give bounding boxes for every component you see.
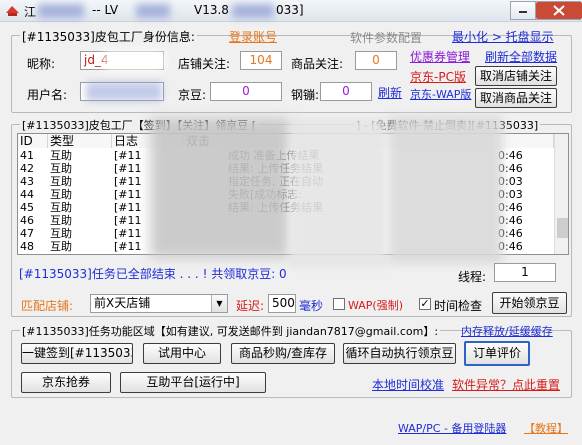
function-group-title: [#1135033]任务功能区域【如有建议, 可发送邮件到 jiandan781… [20,323,441,339]
backup-login-link[interactable]: WAP/PC - 备用登陆器 [398,420,506,436]
nickname-redaction [104,51,164,70]
minimize-icon [519,11,527,13]
row-type: 互助 [50,188,72,201]
row-id: 48 [20,240,34,253]
row-time: 0:46 [498,149,523,162]
identity-group-title: [#1135033]皮包工厂身份信息: [20,28,197,45]
row-id: 44 [20,188,34,201]
match-shop-value: 前X天店铺 [94,296,151,310]
row-type: 互助 [50,227,72,240]
product-follow-label: 商品关注: [291,57,344,71]
row-time: 0:03 [498,175,523,188]
row-type: 互助 [50,214,72,227]
redaction-right [388,116,503,264]
close-icon [536,2,582,19]
login-account-link[interactable]: 登录账号 [229,28,277,45]
window-title-version-num: V13.8 [194,3,229,17]
wap-force-checkbox[interactable] [333,298,345,310]
gangbeng-label: 钢镚: [291,88,320,102]
row-time: 0:46 [498,201,523,214]
software-settings-tab[interactable]: 软件参数配置 [350,29,422,46]
app-icon [6,6,19,16]
one-click-sign-button[interactable]: 一键签到[#1135033] [21,343,133,364]
delay-label: 延迟: [236,299,265,313]
coupon-manage-link[interactable]: 优惠券管理 [410,48,470,65]
title-bar[interactable]: 江 -- LV V13.8 033] [0,0,582,22]
minimize-to-tray-link[interactable]: 最小化 > 托盘显示 [452,28,554,45]
minimize-window-button[interactable] [510,1,536,20]
delay-field[interactable]: 500 [268,294,296,313]
cancel-product-follow-button[interactable]: 取消商品关注 [475,88,557,108]
row-type: 互助 [50,149,72,162]
username-label: 用户名: [27,88,68,102]
row-type: 互助 [50,201,72,214]
title-blur-3 [232,4,274,18]
column-header-id[interactable]: ID [18,134,48,148]
chevron-down-icon[interactable]: ▼ [211,295,227,312]
username-redaction [86,82,162,101]
row-id: 46 [20,214,34,227]
nickname-label: 昵称: [27,57,56,71]
window-title-suffix: 033] [276,3,304,17]
row-id: 42 [20,162,34,175]
seckill-check-stock-button[interactable]: 商品秒购/查库存 [231,343,335,364]
jingdou-count: 0 [210,82,282,101]
trial-center-button[interactable]: 试用中心 [143,343,221,364]
start-receive-jingdou-button[interactable]: 开始领京豆 [492,292,567,314]
cancel-shop-follow-button[interactable]: 取消店铺关注 [475,66,557,86]
gangbeng-count: 0 [320,82,372,101]
tutorial-link[interactable]: 【教程】 [524,420,568,436]
refresh-all-data-link[interactable]: 刷新全部数据 [485,48,557,65]
row-type: 互助 [50,175,72,188]
title-blur-1 [38,4,84,18]
row-time: 0:03 [498,188,523,201]
shop-follow-count: 104 [240,51,282,70]
scrollbar-thumb[interactable] [557,218,568,238]
match-shop-select[interactable]: 前X天店铺 ▼ [90,294,228,313]
local-time-sync-link[interactable]: 本地时间校准 [372,376,444,393]
close-window-button[interactable] [535,1,582,20]
product-follow-count: 0 [355,51,397,70]
row-time: 0:46 [498,240,523,253]
column-header-type[interactable]: 类型 [48,134,112,148]
loop-auto-receive-button[interactable]: 循环自动执行领京豆 [343,343,456,364]
row-time: 0:46 [498,227,523,240]
row-id: 43 [20,175,34,188]
order-review-button[interactable]: 订单评价 [464,341,530,366]
row-type: 互助 [50,240,72,253]
shop-follow-label: 店铺关注: [178,57,231,71]
time-check-label: 时间检查 [434,299,483,313]
row-id: 41 [20,149,34,162]
jingdou-label: 京豆: [178,88,207,102]
jd-wap-link[interactable]: 京东-WAP版 [410,86,471,102]
redaction-left [150,118,290,258]
title-blur-2 [136,4,170,18]
row-id: 47 [20,227,34,240]
time-check-checkbox[interactable]: ✓ [419,298,431,310]
memory-release-link[interactable]: 内存释放/延缓缓存 [461,323,553,339]
row-time: 0:46 [498,162,523,175]
jd-grab-coupon-button[interactable]: 京东抢券 [21,372,111,393]
thread-label: 线程: [458,270,487,284]
thread-count-field[interactable]: 1 [494,263,556,282]
row-type: 互助 [50,162,72,175]
software-reset-link[interactable]: 软件异常？点此重置 [452,376,560,393]
wap-force-label: WAP(强制) [348,299,404,312]
task-status-text: [#1135033]任务已全部结束 . . . ! 共领取京豆: 0 [19,267,287,281]
jd-pc-link[interactable]: 京东-PC版 [410,68,466,85]
row-time: 0:46 [498,214,523,227]
mutual-platform-button[interactable]: 互助平台[运行中] [120,372,266,393]
row-id: 45 [20,201,34,214]
delay-unit: 毫秒 [299,299,324,313]
match-shop-label: 匹配店铺: [21,299,74,313]
list-scrollbar[interactable] [554,134,568,254]
refresh-link[interactable]: 刷新 [378,84,402,101]
redaction-mid [290,118,386,268]
window-title-version: -- LV [92,3,119,17]
window-title-prefix: 江 [24,5,37,19]
